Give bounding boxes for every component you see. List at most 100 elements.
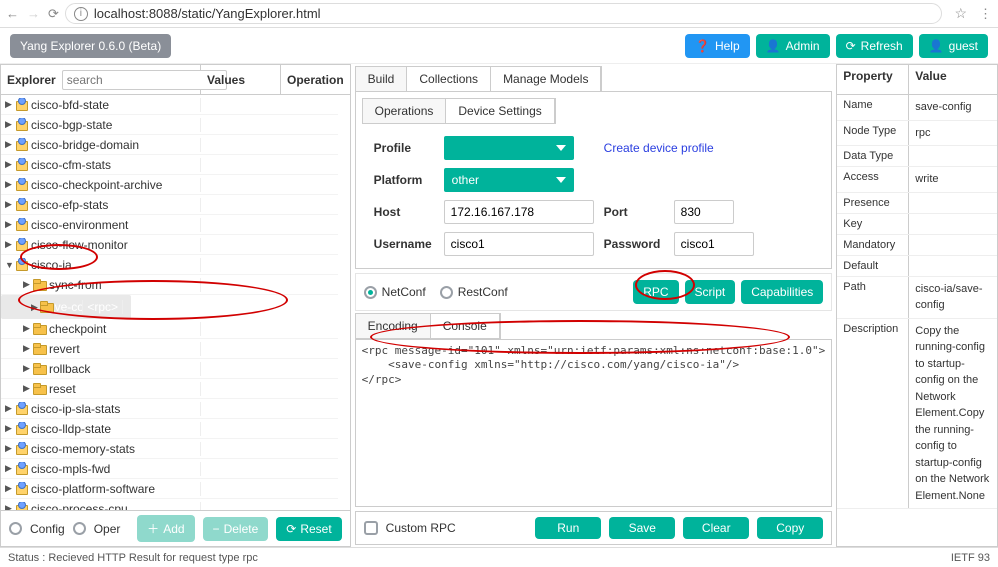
expand-icon[interactable]: ▶ bbox=[5, 503, 13, 510]
expand-icon[interactable]: ▶ bbox=[23, 383, 31, 394]
expand-icon[interactable]: ▶ bbox=[5, 443, 13, 454]
folder-icon bbox=[33, 323, 47, 335]
oper-radio[interactable] bbox=[73, 522, 86, 535]
forward-icon[interactable]: → bbox=[27, 6, 40, 22]
tree-label: cisco-platform-software bbox=[31, 482, 155, 496]
tab-operations[interactable]: Operations bbox=[363, 99, 447, 123]
tree-row[interactable]: ▶cisco-ip-sla-stats bbox=[1, 399, 338, 419]
create-profile-link[interactable]: Create device profile bbox=[604, 141, 764, 155]
tab-device-settings[interactable]: Device Settings bbox=[446, 99, 554, 123]
tree-label: cisco-environment bbox=[31, 218, 128, 232]
expand-icon[interactable]: ▶ bbox=[5, 463, 13, 474]
value-col-header: Value bbox=[909, 65, 997, 94]
port-input[interactable] bbox=[674, 200, 734, 224]
folder-icon bbox=[33, 279, 47, 291]
custom-rpc-checkbox[interactable] bbox=[364, 521, 378, 535]
tree-row[interactable]: ▶cisco-checkpoint-archive bbox=[1, 175, 338, 195]
reset-button[interactable]: ⟳ Reset bbox=[276, 517, 341, 541]
tab-build[interactable]: Build bbox=[356, 67, 408, 91]
tab-collections[interactable]: Collections bbox=[407, 67, 491, 91]
tree-row[interactable]: ▶cisco-flow-monitor bbox=[1, 235, 338, 255]
expand-icon[interactable]: ▶ bbox=[5, 159, 13, 170]
address-bar[interactable]: i localhost:8088/static/YangExplorer.htm… bbox=[65, 3, 943, 24]
expand-icon[interactable]: ▶ bbox=[23, 279, 31, 290]
tree-row[interactable]: ▶cisco-mpls-fwd bbox=[1, 459, 338, 479]
expand-icon[interactable]: ▶ bbox=[5, 179, 13, 190]
property-col-header: Property bbox=[837, 65, 909, 94]
profile-select[interactable] bbox=[444, 136, 574, 160]
expand-icon[interactable]: ▶ bbox=[5, 483, 13, 494]
tab-encoding[interactable]: Encoding bbox=[356, 314, 431, 338]
host-input[interactable] bbox=[444, 200, 594, 224]
guest-button[interactable]: 👤guest bbox=[919, 34, 988, 58]
expand-icon[interactable]: ▶ bbox=[23, 363, 31, 374]
tab-manage-models[interactable]: Manage Models bbox=[491, 67, 601, 91]
chevron-down-icon bbox=[556, 177, 566, 183]
tree-row[interactable]: ▶cisco-memory-stats bbox=[1, 439, 338, 459]
explorer-tree[interactable]: ▶cisco-bfd-state▶cisco-bgp-state▶cisco-b… bbox=[1, 95, 350, 510]
copy-button[interactable]: Copy bbox=[757, 517, 823, 539]
tree-row[interactable]: ▶rollback bbox=[1, 359, 338, 379]
tree-row[interactable]: ▶revert bbox=[1, 339, 338, 359]
app-toolbar: Yang Explorer 0.6.0 (Beta) ❓Help 👤Admin … bbox=[0, 28, 998, 64]
tree-row[interactable]: ▶cisco-efp-stats bbox=[1, 195, 338, 215]
tree-row[interactable]: ▶ cisco-environment bbox=[1, 215, 338, 235]
menu-icon[interactable]: ⋮ bbox=[979, 6, 992, 22]
tree-row[interactable]: ▼cisco-ia bbox=[1, 255, 338, 275]
platform-label: Platform bbox=[374, 173, 434, 187]
expand-icon[interactable]: ▶ bbox=[5, 423, 13, 434]
restconf-radio[interactable] bbox=[440, 286, 453, 299]
refresh-button[interactable]: ⟳Refresh bbox=[836, 34, 913, 58]
tree-row[interactable]: ▶reset bbox=[1, 379, 338, 399]
admin-button[interactable]: 👤Admin bbox=[756, 34, 830, 58]
info-icon[interactable]: i bbox=[74, 7, 88, 21]
property-value bbox=[909, 214, 997, 234]
property-value bbox=[909, 146, 997, 166]
tree-label: cisco-bgp-state bbox=[31, 118, 112, 132]
tree-row[interactable]: ▶cisco-cfm-stats bbox=[1, 155, 338, 175]
expand-icon[interactable]: ▶ bbox=[31, 302, 38, 313]
back-icon[interactable]: ← bbox=[6, 6, 19, 22]
run-button[interactable]: Run bbox=[535, 517, 601, 539]
tab-console[interactable]: Console bbox=[431, 314, 500, 338]
reload-icon[interactable]: ⟳ bbox=[48, 6, 59, 22]
capabilities-button[interactable]: Capabilities bbox=[741, 280, 823, 304]
tree-row[interactable]: ▶cisco-bridge-domain bbox=[1, 135, 338, 155]
encoding-tabs: Encoding Console bbox=[355, 313, 501, 339]
tree-row[interactable]: ▶ cisco-bgp-state bbox=[1, 115, 338, 135]
tree-row[interactable]: ▶sync-from bbox=[1, 275, 338, 295]
expand-icon[interactable]: ▶ bbox=[5, 99, 13, 110]
platform-select[interactable]: other bbox=[444, 168, 574, 192]
add-button[interactable]: ＋ Add bbox=[137, 515, 194, 542]
script-button[interactable]: Script bbox=[685, 280, 736, 304]
rpc-code-box[interactable]: <rpc message-id="101" xmlns="urn:ietf:pa… bbox=[355, 339, 833, 507]
config-radio[interactable] bbox=[9, 522, 22, 535]
clear-button[interactable]: Clear bbox=[683, 517, 749, 539]
tree-row[interactable]: ▶checkpoint bbox=[1, 319, 338, 339]
delete-button[interactable]: − Delete bbox=[203, 517, 269, 541]
expand-icon[interactable]: ▶ bbox=[23, 323, 31, 334]
tree-row[interactable]: ▶cisco-bfd-state bbox=[1, 95, 338, 115]
rpc-button[interactable]: RPC bbox=[633, 280, 678, 304]
tree-row[interactable]: ▶cisco-lldp-state bbox=[1, 419, 338, 439]
browser-chrome: ← → ⟳ i localhost:8088/static/YangExplor… bbox=[0, 0, 998, 28]
bookmark-icon[interactable]: ☆ bbox=[948, 5, 973, 22]
password-input[interactable] bbox=[674, 232, 754, 256]
tree-row[interactable]: ▶save-config<rpc> bbox=[1, 295, 131, 319]
property-value: save-config bbox=[909, 95, 997, 120]
save-button[interactable]: Save bbox=[609, 517, 675, 539]
expand-icon[interactable]: ▶ bbox=[23, 343, 31, 354]
netconf-radio[interactable] bbox=[364, 286, 377, 299]
expand-icon[interactable]: ▶ bbox=[5, 139, 13, 150]
username-input[interactable] bbox=[444, 232, 594, 256]
expand-icon[interactable]: ▶ bbox=[5, 239, 13, 250]
expand-icon[interactable]: ▶ bbox=[5, 199, 13, 210]
tree-row[interactable]: ▶cisco-process-cpu bbox=[1, 499, 338, 510]
build-box: Operations Device Settings Profile Creat… bbox=[355, 91, 833, 269]
help-button[interactable]: ❓Help bbox=[685, 34, 750, 58]
expand-icon[interactable]: ▶ bbox=[5, 119, 13, 130]
expand-icon[interactable]: ▼ bbox=[5, 260, 13, 270]
tree-row[interactable]: ▶ cisco-platform-software bbox=[1, 479, 338, 499]
expand-icon[interactable]: ▶ bbox=[5, 403, 13, 414]
expand-icon[interactable]: ▶ bbox=[5, 219, 13, 230]
